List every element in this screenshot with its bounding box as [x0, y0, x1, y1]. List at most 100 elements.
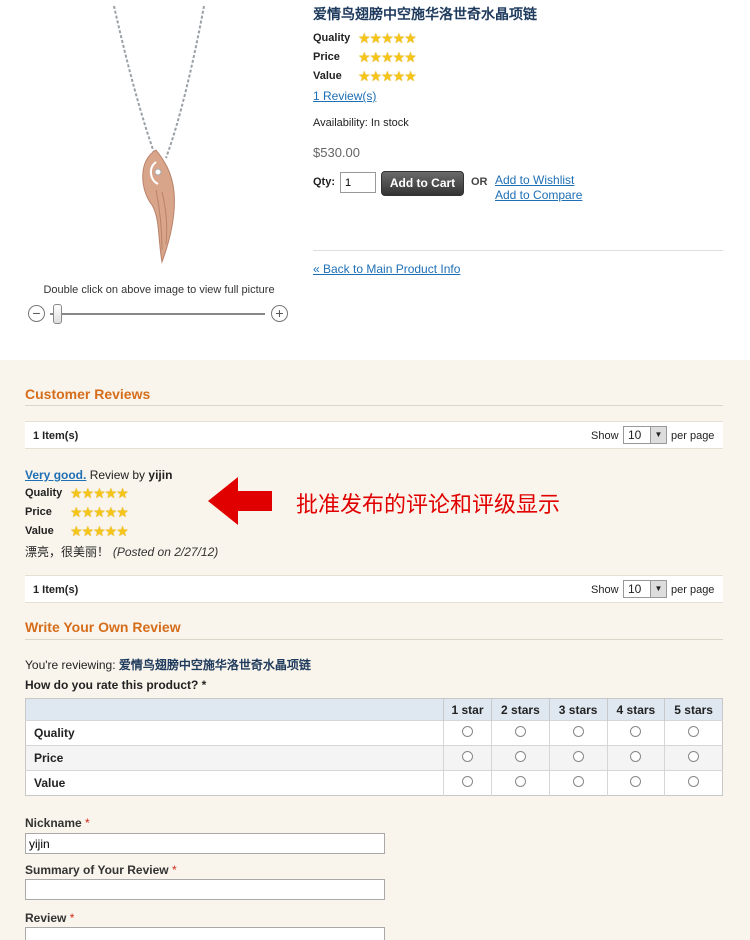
summary-label-text: Summary of Your Review — [25, 863, 169, 877]
reviewing-line: You're reviewing: 爱情鸟翅膀中空施华洛世奇水晶项链 — [25, 656, 311, 673]
divider — [25, 405, 723, 406]
back-to-product-link[interactable]: « Back to Main Product Info — [313, 262, 460, 276]
red-arrow-icon — [208, 477, 272, 525]
item-count: 1 Item(s) — [33, 584, 79, 596]
product-image[interactable] — [100, 0, 220, 270]
rating-label: Quality — [25, 487, 63, 499]
reviewing-prefix: You're reviewing: — [25, 658, 116, 672]
review-text: 漂亮，很美丽！ — [25, 545, 110, 559]
rating-table: 1 star 2 stars 3 stars 4 stars 5 stars Q… — [25, 698, 723, 796]
rate-question: How do you rate this product? * — [25, 678, 207, 692]
star-rating-icon: ★★★★★ — [70, 485, 129, 501]
pager-top: 1 Item(s) Show 10 ▼ per page — [25, 421, 723, 449]
radio-price-5[interactable] — [688, 751, 700, 762]
review-title-link[interactable]: Very good. — [25, 468, 86, 482]
zoom-control: − + — [28, 303, 290, 324]
star-rating-icon: ★★★★★ — [358, 30, 417, 46]
nickname-field[interactable] — [25, 833, 385, 854]
radio-price-1[interactable] — [462, 751, 474, 762]
review-label-text: Review — [25, 911, 67, 925]
write-review-title: Write Your Own Review — [25, 619, 181, 635]
product-name: 爱情鸟翅膀中空施华洛世奇水晶项链 — [313, 7, 537, 23]
star-rating-icon: ★★★★★ — [70, 523, 129, 539]
rating-label: Value — [25, 525, 54, 537]
rating-label: Price — [25, 506, 52, 518]
row-label: Value — [25, 770, 444, 796]
qty-input[interactable] — [340, 172, 376, 193]
divider — [25, 639, 723, 640]
per-page-select[interactable]: 10 ▼ — [623, 580, 667, 598]
show-label: Show — [591, 584, 619, 596]
per-page-label: per page — [671, 430, 715, 442]
show-label: Show — [591, 430, 619, 442]
reviews-section: Customer Reviews 1 Item(s) Show 10 ▼ per … — [0, 360, 750, 940]
required-mark: * — [85, 816, 90, 830]
summary-field[interactable] — [25, 879, 385, 900]
review-header: Very good. Review by yijin — [25, 468, 172, 482]
divider — [313, 250, 723, 251]
annotation-text: 批准发布的评论和评级显示 — [296, 493, 561, 518]
reviews-link[interactable]: 1 Review(s) — [313, 89, 376, 103]
rating-row-quality: Quality — [25, 720, 723, 746]
column-4-stars: 4 stars — [606, 698, 665, 721]
add-to-wishlist-link[interactable]: Add to Wishlist — [495, 173, 574, 187]
review-byline: Review by yijin — [90, 468, 173, 482]
star-rating-icon: ★★★★★ — [358, 68, 417, 84]
radio-quality-5[interactable] — [688, 726, 700, 737]
row-label: Quality — [25, 720, 444, 746]
radio-quality-1[interactable] — [462, 726, 474, 737]
radio-quality-3[interactable] — [572, 726, 584, 737]
per-page-select[interactable]: 10 ▼ — [623, 426, 667, 444]
or-label: OR — [471, 176, 488, 188]
qty-label: Qty: — [313, 176, 335, 188]
review-author: yijin — [148, 468, 173, 482]
review-label: Review * — [25, 911, 74, 925]
rating-label: Quality — [313, 32, 351, 44]
radio-quality-4[interactable] — [630, 726, 642, 737]
availability: Availability: In stock — [313, 117, 409, 129]
rating-row-price: Price ★★★★★ — [313, 50, 513, 66]
reviewing-product-name: 爱情鸟翅膀中空施华洛世奇水晶项链 — [118, 658, 311, 672]
required-mark: * — [69, 911, 75, 925]
product-view: Double click on above image to view full… — [0, 0, 750, 360]
review-date: (Posted on 2/27/12) — [112, 545, 219, 559]
rating-label: Value — [313, 70, 342, 82]
add-to-cart-button[interactable]: Add to Cart — [381, 171, 464, 196]
per-page-value: 10 — [628, 582, 642, 596]
per-page-value: 10 — [628, 428, 642, 442]
review-body: 漂亮，很美丽！ (Posted on 2/27/12) — [25, 543, 218, 560]
zoom-slider-track[interactable] — [50, 313, 265, 315]
star-rating-icon: ★★★★★ — [358, 49, 417, 65]
radio-price-4[interactable] — [630, 751, 642, 762]
radio-value-1[interactable] — [462, 776, 474, 787]
star-rating-icon: ★★★★★ — [70, 504, 129, 520]
rating-row-quality: Quality ★★★★★ — [313, 31, 513, 47]
review-by-prefix: Review by — [89, 468, 146, 482]
summary-label: Summary of Your Review * — [25, 863, 177, 877]
zoom-in-icon[interactable]: + — [271, 305, 288, 322]
rating-row-value: Value ★★★★★ — [313, 69, 513, 85]
chevron-down-icon: ▼ — [650, 581, 666, 597]
pager-bottom: 1 Item(s) Show 10 ▼ per page — [25, 575, 723, 603]
add-to-compare-link[interactable]: Add to Compare — [495, 188, 582, 202]
column-5-stars: 5 stars — [664, 698, 723, 721]
nickname-label-text: Nickname — [25, 816, 82, 830]
radio-value-2[interactable] — [514, 776, 526, 787]
radio-value-5[interactable] — [688, 776, 700, 787]
rating-row-price: Price — [25, 745, 723, 771]
per-page-label: per page — [671, 584, 715, 596]
review-rating-value: Value ★★★★★ — [25, 524, 165, 540]
review-textarea[interactable] — [25, 927, 385, 940]
radio-value-3[interactable] — [572, 776, 584, 787]
radio-value-4[interactable] — [630, 776, 642, 787]
nickname-label: Nickname * — [25, 816, 90, 830]
item-count: 1 Item(s) — [33, 430, 79, 442]
radio-quality-2[interactable] — [514, 726, 526, 737]
radio-price-2[interactable] — [514, 751, 526, 762]
radio-price-3[interactable] — [572, 751, 584, 762]
zoom-out-icon[interactable]: − — [28, 305, 45, 322]
zoom-slider-handle[interactable] — [53, 304, 62, 324]
required-mark: * — [171, 863, 177, 877]
image-caption: Double click on above image to view full… — [43, 284, 275, 296]
rating-label: Price — [313, 51, 340, 63]
